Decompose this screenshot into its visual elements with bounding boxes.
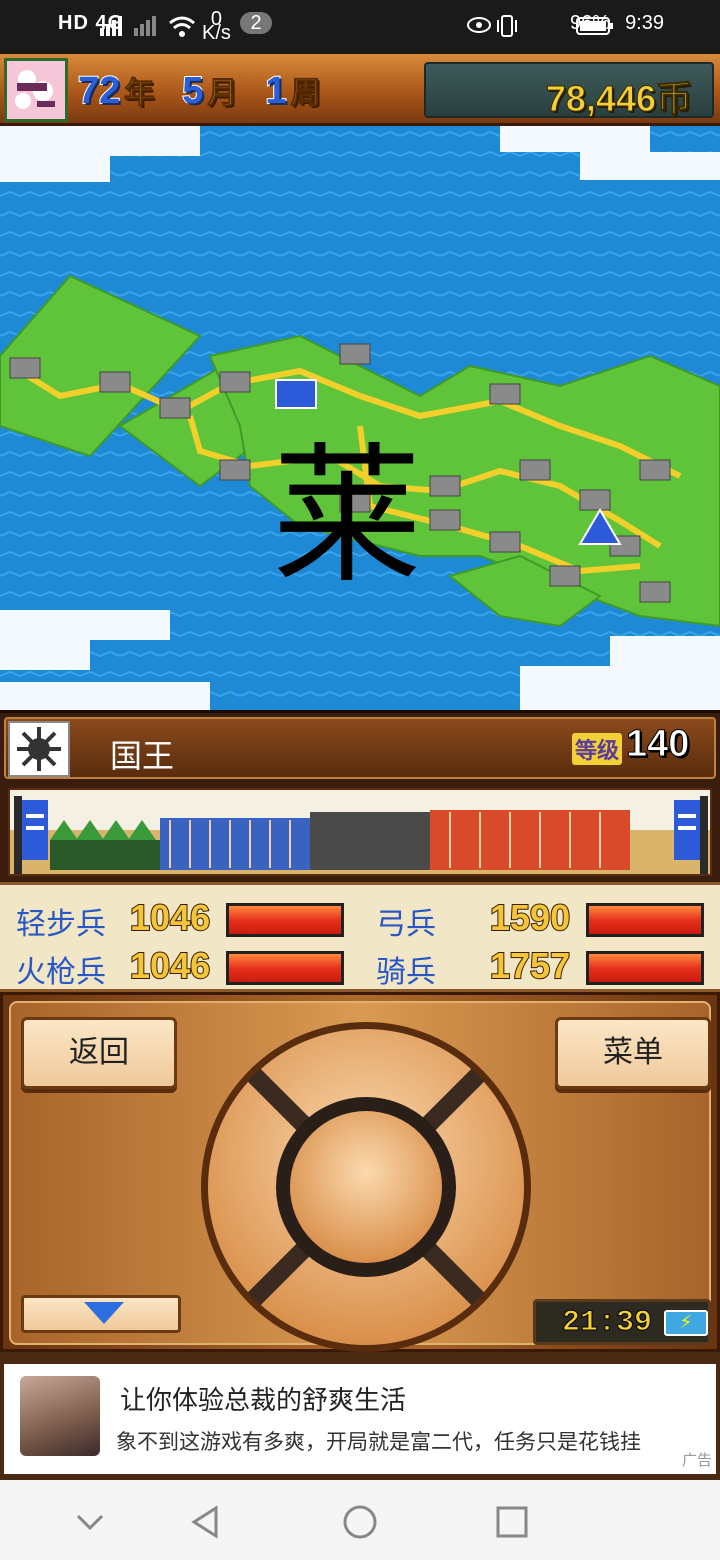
- troop-bar: [586, 903, 704, 937]
- recents-square-icon[interactable]: [492, 1502, 532, 1542]
- dpad-center[interactable]: [290, 1111, 442, 1263]
- level-value: 140: [625, 723, 690, 766]
- troop-bar-fill: [589, 954, 701, 982]
- troop-bar: [226, 951, 344, 985]
- troop-bar-fill: [589, 906, 701, 934]
- player-avatar[interactable]: [4, 58, 68, 122]
- money-value: 78,446币: [545, 78, 692, 120]
- home-circle-icon[interactable]: [340, 1502, 380, 1542]
- battery-charging-icon: ⚡: [664, 1310, 708, 1336]
- speed-unit: K/s: [202, 22, 231, 44]
- back-triangle-icon[interactable]: [186, 1502, 226, 1542]
- money-panel: 78,446币: [424, 62, 714, 120]
- vibrate-icon: [496, 14, 518, 44]
- ad-banner[interactable]: 让你体验总裁的舒爽生活 象不到这游戏有多爽，开局就是富二代，任务只是花钱挂 广告: [0, 1352, 720, 1480]
- troop-bar: [226, 903, 344, 937]
- directional-pad[interactable]: [196, 1017, 536, 1357]
- notification-badge: 2: [240, 12, 272, 34]
- week-value: 1: [264, 69, 287, 113]
- troop-label: 火枪兵: [16, 955, 106, 990]
- system-nav-bar: [0, 1480, 720, 1560]
- character-crest-icon[interactable]: [8, 721, 70, 777]
- world-map[interactable]: 莱: [0, 126, 720, 710]
- ad-description[interactable]: 象不到这游戏有多爽，开局就是富二代，任务只是花钱挂: [116, 1426, 700, 1456]
- troop-stat-cavalry: 骑兵 1757: [360, 943, 720, 990]
- month-value: 5: [181, 69, 204, 113]
- chevron-down-icon[interactable]: [70, 1502, 110, 1542]
- clock: 9:39: [625, 12, 664, 34]
- map-canvas[interactable]: [0, 126, 720, 710]
- character-name: 国王: [110, 737, 175, 775]
- troop-bar: [586, 951, 704, 985]
- troop-stat-light-infantry: 轻步兵 1046: [0, 895, 360, 942]
- troop-label: 轻步兵: [16, 907, 106, 942]
- game-clock-panel: 21:39 ⚡: [533, 1299, 711, 1345]
- network-speed: 0 K/s: [202, 9, 231, 43]
- back-button[interactable]: 返回: [21, 1017, 177, 1089]
- troop-stat-archer: 弓兵 1590: [360, 895, 720, 942]
- chevron-down-icon: [84, 1302, 124, 1324]
- army-formation: [0, 782, 720, 882]
- menu-button[interactable]: 菜单: [555, 1017, 711, 1089]
- troop-label: 弓兵: [376, 907, 436, 942]
- troop-value: 1046: [129, 896, 211, 939]
- controller-panel-inner: 返回 菜单 21:39 ⚡: [9, 1001, 711, 1352]
- musketeer-units: [310, 812, 430, 870]
- army-formation-view: [8, 788, 712, 876]
- player-army-marker[interactable]: [275, 379, 317, 409]
- troop-bar-fill: [229, 954, 341, 982]
- signal-icon: [100, 14, 164, 44]
- level-label: 等级: [572, 733, 623, 765]
- troop-bar-fill: [229, 906, 341, 934]
- character-panel: 国王 等级 140: [0, 710, 720, 782]
- year-value: 72: [77, 69, 121, 113]
- game-date: 72 年 5 月 1 周: [77, 68, 345, 113]
- game-clock: 21:39: [561, 1306, 653, 1341]
- troop-value: 1046: [129, 944, 211, 987]
- character-panel-inner: 国王 等级 140: [4, 717, 716, 779]
- ad-banner-inner[interactable]: 让你体验总裁的舒爽生活 象不到这游戏有多爽，开局就是富二代，任务只是花钱挂 广告: [4, 1364, 716, 1474]
- ad-tag: 广告: [681, 1451, 712, 1469]
- controller-panel: 返回 菜单 21:39 ⚡: [0, 992, 720, 1352]
- troop-stat-musketeer: 火枪兵 1046: [0, 943, 360, 990]
- battery-icon: [576, 16, 614, 42]
- ad-image[interactable]: [20, 1376, 100, 1456]
- troop-label: 骑兵: [376, 955, 436, 990]
- archer-units: [160, 818, 310, 870]
- game-header: 72 年 5 月 1 周 78,446币: [0, 54, 720, 126]
- month-unit: 月: [207, 77, 238, 111]
- collapse-button[interactable]: [21, 1295, 181, 1333]
- week-unit: 周: [290, 77, 321, 111]
- status-bar: HD 4G 0 K/s 2 96% 9:39: [0, 0, 720, 54]
- troop-stats: 轻步兵 1046 弓兵 1590 火枪兵 1046 骑兵 1757: [0, 882, 720, 992]
- troop-value: 1757: [489, 944, 571, 987]
- eye-icon: [466, 14, 492, 42]
- year-unit: 年: [124, 77, 155, 111]
- map-overlay-glyph: 莱: [271, 430, 422, 604]
- troop-value: 1590: [489, 896, 571, 939]
- ad-title[interactable]: 让你体验总裁的舒爽生活: [120, 1380, 406, 1417]
- wifi-icon: [168, 14, 196, 44]
